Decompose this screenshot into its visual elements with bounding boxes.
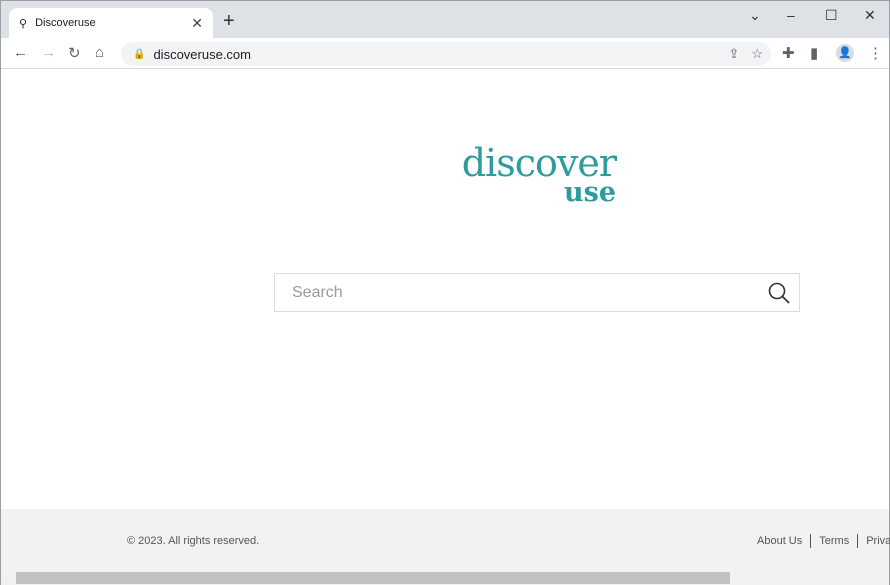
tab-bar: ⚲ Discoveruse ✕ + ⌄ – ☐ ✕ — [1, 1, 889, 38]
url-text: discoveruse.com — [153, 46, 251, 62]
profile-icon[interactable]: 👤 — [836, 44, 854, 62]
lock-icon[interactable]: 🔒 — [133, 49, 145, 60]
browser-toolbar: ← → ↻ ⌂ 🔒 discoveruse.com ⇪ ☆ ✚ ▮ 👤 ⋮ — [1, 38, 889, 69]
new-tab-button[interactable]: + — [223, 10, 235, 33]
logo-line2: use — [563, 177, 616, 208]
maximize-button[interactable]: ☐ — [825, 7, 838, 24]
scrollbar-thumb[interactable] — [16, 572, 730, 584]
share-icon[interactable]: ⇪ — [728, 46, 739, 62]
extensions-icon[interactable]: ✚ — [782, 44, 795, 62]
search-icon: ⚲ — [19, 17, 28, 30]
forward-icon[interactable]: → — [41, 44, 56, 61]
tab-search-chevron-icon[interactable]: ⌄ — [749, 7, 761, 24]
terms-link[interactable]: Terms — [819, 535, 849, 548]
privacy-link[interactable]: Privac — [866, 535, 890, 548]
close-window-button[interactable]: ✕ — [864, 7, 876, 24]
divider — [810, 534, 812, 548]
tab-discoveruse[interactable]: ⚲ Discoveruse ✕ — [9, 8, 213, 38]
divider — [857, 534, 859, 548]
search-box — [274, 273, 800, 312]
copyright-text: © 2023. All rights reserved. — [127, 535, 260, 547]
menu-icon[interactable]: ⋮ — [868, 44, 883, 62]
search-button[interactable] — [759, 282, 799, 304]
tab-title: Discoveruse — [35, 17, 96, 29]
sidepanel-icon[interactable]: ▮ — [810, 44, 818, 62]
star-icon[interactable]: ☆ — [751, 46, 763, 62]
reload-icon[interactable]: ↻ — [68, 44, 81, 62]
back-icon[interactable]: ← — [13, 44, 28, 61]
minimize-button[interactable]: – — [787, 7, 795, 23]
home-icon[interactable]: ⌂ — [95, 44, 104, 61]
close-tab-icon[interactable]: ✕ — [191, 15, 203, 32]
discoveruse-logo: discover use — [456, 144, 617, 208]
search-input[interactable] — [275, 274, 759, 311]
search-icon — [768, 282, 790, 304]
address-bar[interactable]: 🔒 discoveruse.com ⇪ ☆ — [121, 42, 771, 66]
about-us-link[interactable]: About Us — [757, 535, 802, 548]
horizontal-scrollbar[interactable] — [1, 571, 889, 585]
footer: © 2023. All rights reserved. About Us Te… — [1, 509, 890, 571]
